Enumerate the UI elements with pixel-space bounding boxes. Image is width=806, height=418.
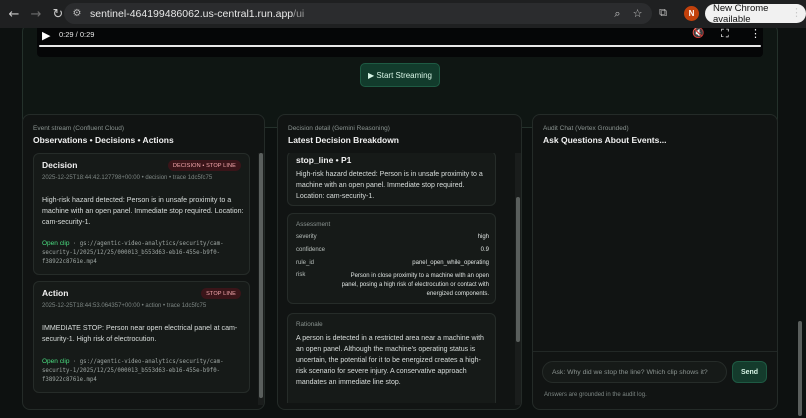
event-list[interactable]: Decision DECISION • STOP LINE 2025-12-25… xyxy=(23,153,264,403)
send-button[interactable]: Send xyxy=(732,361,767,383)
rationale-label: Rationale xyxy=(296,321,323,328)
chat-input[interactable]: Ask: Why did we stop the line? Which cli… xyxy=(542,361,727,383)
video-card: ▶ 0:29 / 0:29 🔇 ⛶ ⋮ ▶ Start Streaming xyxy=(22,28,778,128)
event-meta: 2025-12-25T18:44:53.064357+00:00 • actio… xyxy=(42,303,207,309)
zoom-search-icon[interactable]: ⌕ xyxy=(610,6,625,21)
profile-avatar[interactable]: N xyxy=(684,6,699,21)
decision-detail-scroll[interactable]: stop_line • P1 High-risk hazard detected… xyxy=(278,153,521,403)
video-progress-bar[interactable] xyxy=(39,45,761,47)
decision-detail-panel: Decision detail (Gemini Reasoning) Lates… xyxy=(277,114,522,410)
scrollbar-thumb[interactable] xyxy=(259,153,263,398)
event-card-decision[interactable]: Decision DECISION • STOP LINE 2025-12-25… xyxy=(33,153,250,275)
decision-scrollbar[interactable] xyxy=(515,153,521,405)
event-badge: DECISION • STOP LINE xyxy=(167,160,241,171)
event-meta: 2025-12-25T18:44:42.127798+00:00 • decis… xyxy=(42,175,213,181)
chat-divider xyxy=(533,351,777,352)
browser-toolbar: ← → ↻ ⚙ sentinel-464199486062.us-central… xyxy=(0,0,806,28)
decision-summary-card: stop_line • P1 High-risk hazard detected… xyxy=(287,153,496,206)
extensions-puzzle-icon[interactable]: ⧉ xyxy=(655,5,671,21)
clip-path: gs://agentic-video-analytics/security/ca… xyxy=(42,359,224,383)
event-badge: STOP LINE xyxy=(201,288,241,299)
site-info-icon[interactable]: ⚙ xyxy=(70,7,84,21)
decision-headline: stop_line • P1 xyxy=(296,155,352,165)
panel-eyebrow: Event stream (Confluent Cloud) xyxy=(33,125,125,132)
event-clip: Open clip · gs://agentic-video-analytics… xyxy=(42,240,224,265)
browser-menu-icon[interactable]: ⋮ xyxy=(791,6,802,22)
address-bar[interactable]: ⚙ sentinel-464199486062.us-central1.run.… xyxy=(64,3,652,24)
chat-note: Answers are grounded in the audit log. xyxy=(544,392,647,398)
page-content: ▶ 0:29 / 0:29 🔇 ⛶ ⋮ ▶ Start Streaming Ev… xyxy=(0,28,806,418)
audit-chat-panel: Audit Chat (Vertex Grounded) Ask Questio… xyxy=(532,114,778,410)
start-streaming-button[interactable]: ▶ Start Streaming xyxy=(360,63,440,87)
event-body: High-risk hazard detected: Person is in … xyxy=(42,196,244,226)
decision-summary: High-risk hazard detected: Person is in … xyxy=(296,171,483,200)
rationale-card: Rationale A person is detected in a rest… xyxy=(287,313,496,403)
scrollbar-thumb[interactable] xyxy=(516,197,520,342)
url-text[interactable]: sentinel-464199486062.us-central1.run.ap… xyxy=(90,8,304,20)
page-scrollbar-thumb[interactable] xyxy=(798,321,802,416)
rationale-text: A person is detected in a restricted are… xyxy=(296,335,484,386)
event-title: Action xyxy=(42,288,69,298)
event-body: IMMEDIATE STOP: Person near open electri… xyxy=(42,324,238,343)
video-player[interactable]: ▶ 0:29 / 0:29 🔇 ⛶ ⋮ xyxy=(37,28,763,57)
bookmark-star-icon[interactable]: ☆ xyxy=(630,6,645,21)
assessment-card: Assessment severity high confidence 0.9 ru… xyxy=(287,213,496,304)
event-clip: Open clip · gs://agentic-video-analytics… xyxy=(42,358,224,383)
event-stream-panel: Event stream (Confluent Cloud) Observati… xyxy=(22,114,265,410)
event-title: Decision xyxy=(42,160,78,170)
event-list-scrollbar[interactable] xyxy=(258,153,264,405)
panel-eyebrow: Decision detail (Gemini Reasoning) xyxy=(288,125,390,132)
panel-eyebrow: Audit Chat (Vertex Grounded) xyxy=(543,125,629,132)
panel-title: Ask Questions About Events... xyxy=(543,135,667,145)
back-icon[interactable]: ← xyxy=(4,4,24,24)
assessment-label: Assessment xyxy=(296,221,331,228)
fullscreen-icon[interactable]: ⛶ xyxy=(721,28,729,41)
play-icon[interactable]: ▶ xyxy=(42,29,50,42)
panel-title: Observations • Decisions • Actions xyxy=(33,135,174,145)
clip-path: gs://agentic-video-analytics/security/ca… xyxy=(42,241,224,265)
open-clip-link[interactable]: Open clip xyxy=(42,358,69,365)
video-time: 0:29 / 0:29 xyxy=(59,30,95,39)
panel-title: Latest Decision Breakdown xyxy=(288,135,400,145)
mute-icon[interactable]: 🔇 xyxy=(692,28,704,39)
forward-icon[interactable]: → xyxy=(26,4,46,24)
video-more-icon[interactable]: ⋮ xyxy=(750,28,761,40)
open-clip-link[interactable]: Open clip xyxy=(42,240,69,247)
event-card-action[interactable]: Action STOP LINE 2025-12-25T18:44:53.064… xyxy=(33,281,250,393)
